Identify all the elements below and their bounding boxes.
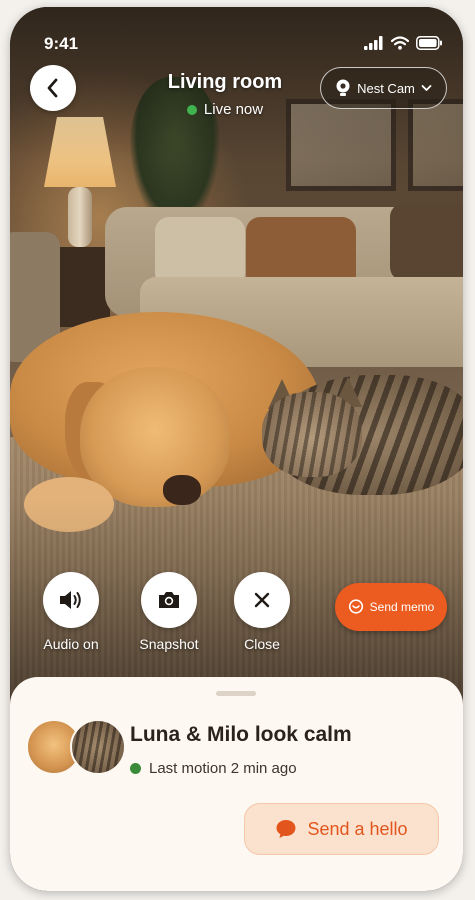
send-hello-button[interactable]: Send a hello bbox=[244, 803, 439, 855]
battery-icon bbox=[416, 36, 442, 50]
back-button[interactable] bbox=[30, 65, 76, 111]
motion-status-text: Last motion 2 min ago bbox=[149, 760, 297, 777]
speaker-icon bbox=[60, 591, 81, 609]
live-status: Live now bbox=[125, 101, 325, 118]
wifi-icon bbox=[391, 36, 409, 50]
motion-indicator-dot bbox=[130, 763, 141, 774]
camera-pin-icon bbox=[336, 79, 350, 96]
close-button[interactable] bbox=[234, 572, 290, 628]
status-time: 9:41 bbox=[44, 34, 79, 53]
snapshot-button[interactable] bbox=[141, 572, 197, 628]
live-status-label: Live now bbox=[203, 101, 264, 118]
sheet-drag-handle[interactable] bbox=[216, 691, 256, 696]
avatar-cat bbox=[70, 719, 126, 775]
send-memo-label: Send memo bbox=[369, 600, 435, 614]
chevron-down-icon bbox=[421, 85, 432, 91]
memo-icon bbox=[348, 599, 363, 614]
close-control[interactable]: Close bbox=[222, 572, 302, 652]
camera-icon bbox=[159, 592, 179, 608]
send-hello-label: Send a hello bbox=[307, 818, 408, 839]
close-icon bbox=[254, 592, 270, 608]
camera-selector[interactable]: Nest Cam bbox=[320, 67, 447, 109]
snapshot-label: Snapshot bbox=[139, 636, 199, 652]
motion-status: Last motion 2 min ago bbox=[130, 760, 297, 777]
audio-button[interactable] bbox=[43, 572, 99, 628]
back-chevron-icon bbox=[47, 78, 58, 98]
bottom-sheet: Luna & Milo look calm Last motion 2 min … bbox=[10, 677, 463, 891]
audio-control[interactable]: Audio on bbox=[31, 572, 111, 652]
camera-selector-label: Nest Cam bbox=[357, 80, 415, 96]
audio-label: Audio on bbox=[43, 636, 99, 652]
live-indicator-dot bbox=[186, 104, 197, 115]
status-icons bbox=[364, 36, 443, 50]
signal-icon bbox=[364, 36, 383, 50]
pet-status-title: Luna & Milo look calm bbox=[130, 723, 352, 746]
chat-bubble-icon bbox=[276, 820, 296, 838]
send-memo-button[interactable]: Send memo bbox=[335, 583, 447, 631]
phone-screen: 9:41 Living room Live now Nest Cam Audio… bbox=[10, 7, 463, 891]
snapshot-control[interactable]: Snapshot bbox=[129, 572, 209, 652]
close-label: Close bbox=[244, 636, 280, 652]
page-title: Living room bbox=[167, 71, 283, 93]
